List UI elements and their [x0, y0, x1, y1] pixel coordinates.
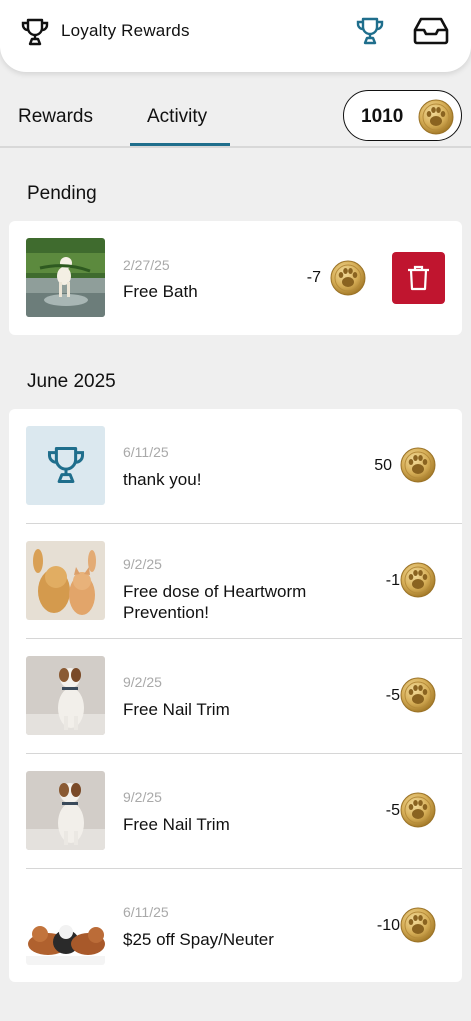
item-name: thank you! [123, 470, 202, 489]
list-item[interactable]: 2/27/25 Free Bath -7 [9, 221, 462, 336]
points-balance-pill: 1010 [343, 90, 462, 141]
item-points: -5 [385, 802, 400, 819]
item-name: Free Nail Trim [123, 815, 230, 834]
month-heading: June 2025 [27, 371, 116, 392]
active-tab-indicator [130, 143, 230, 146]
inbox-icon[interactable] [413, 16, 449, 46]
item-points: 50 [374, 457, 392, 474]
item-date: 6/11/25 [123, 904, 169, 920]
terrier-photo [26, 656, 105, 735]
tab-activity[interactable]: Activity [147, 106, 207, 128]
list-item[interactable]: 6/11/25 $25 off Spay/Neuter -10 [9, 869, 462, 984]
item-name: Free Nail Trim [123, 700, 230, 719]
paw-coin-icon [418, 99, 454, 135]
item-name: Free dose of Heartworm Prevention! [123, 582, 307, 622]
list-item[interactable]: 9/2/25 Free Nail Trim -5 [9, 754, 462, 869]
delete-button[interactable] [392, 252, 445, 304]
dog-puddle-photo [26, 238, 105, 317]
app-title: Loyalty Rewards [61, 21, 190, 40]
item-name: $25 off Spay/Neuter [123, 930, 274, 949]
points-balance: 1010 [361, 106, 404, 127]
pets-lying-photo [26, 886, 105, 965]
paw-coin-icon [400, 447, 436, 483]
trophy-icon [26, 426, 105, 505]
item-date: 9/2/25 [123, 789, 162, 805]
item-date: 6/11/25 [123, 444, 169, 460]
terrier-photo [26, 771, 105, 850]
paw-coin-icon [400, 562, 436, 598]
pending-card: 2/27/25 Free Bath -7 [9, 221, 462, 335]
tab-rewards[interactable]: Rewards [18, 106, 93, 128]
tab-bar: Rewards Activity 1010 [0, 80, 471, 148]
paw-coin-icon [400, 792, 436, 828]
item-date: 9/2/25 [123, 556, 162, 572]
pending-heading: Pending [27, 183, 97, 204]
list-item[interactable]: 9/2/25 Free dose of Heartworm Prevention… [9, 524, 462, 639]
list-item[interactable]: 6/11/25 thank you! 50 [9, 409, 462, 524]
item-date: 9/2/25 [123, 674, 162, 690]
item-points: -1 [385, 572, 400, 589]
item-date: 2/27/25 [123, 257, 170, 273]
dog-cat-photo [26, 541, 105, 620]
rewards-trophy-icon[interactable] [354, 15, 386, 47]
trash-icon [408, 265, 429, 291]
list-item[interactable]: 9/2/25 Free Nail Trim -5 [9, 639, 462, 754]
item-points: -7 [306, 269, 321, 286]
app-header: Loyalty Rewards [0, 0, 471, 72]
item-points: -10 [376, 917, 400, 934]
paw-coin-icon [400, 907, 436, 943]
history-card: 6/11/25 thank you! 50 9/2/25 Free dose o… [9, 409, 462, 982]
paw-coin-icon [400, 677, 436, 713]
trophy-logo-icon [21, 18, 49, 46]
paw-coin-icon [330, 260, 366, 296]
item-points: -5 [385, 687, 400, 704]
